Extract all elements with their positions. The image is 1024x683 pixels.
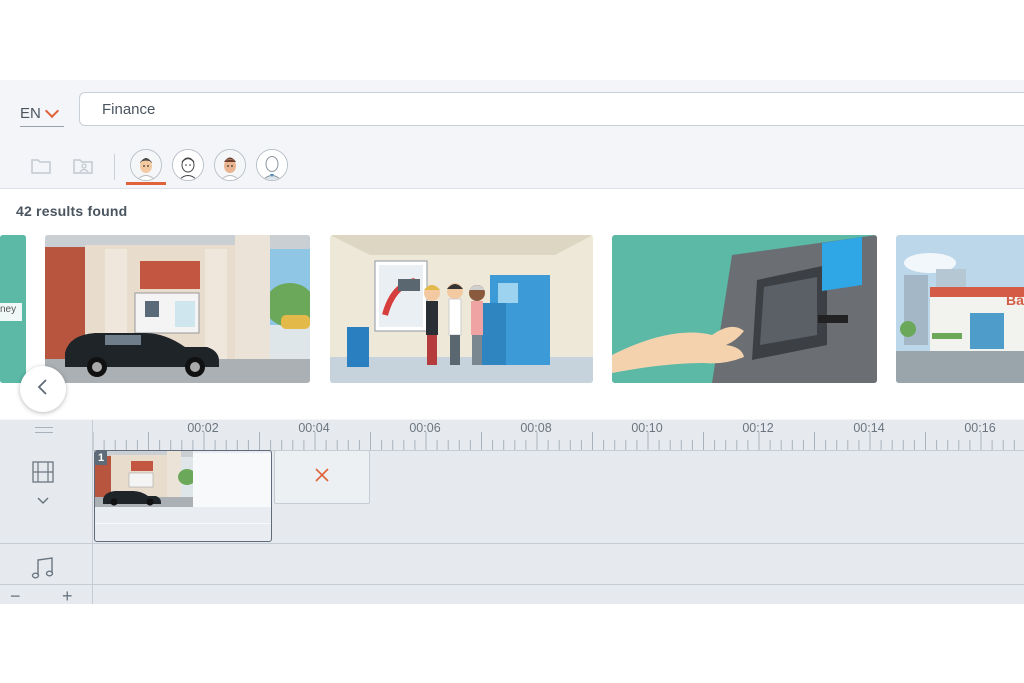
zoom-out-button[interactable]: − <box>10 586 21 604</box>
tick-label: 00:02 <box>187 421 219 435</box>
carousel-prev-button[interactable] <box>20 366 66 412</box>
avatar-style-2[interactable] <box>172 149 204 181</box>
chevron-down-icon[interactable] <box>36 493 50 511</box>
music-note-icon[interactable] <box>30 555 56 586</box>
folder-icon[interactable] <box>27 152 55 180</box>
clip-thumbnail <box>95 451 193 507</box>
thumb-people-at-atm[interactable] <box>330 235 593 383</box>
zoom-in-button[interactable]: + <box>62 586 73 604</box>
timeline-ruler[interactable]: 00:02 00:04 00:06 00:08 00:10 00:12 00:1… <box>93 420 1024 451</box>
image-folder-icon[interactable] <box>69 152 97 180</box>
scene-clip[interactable]: 1 <box>94 450 272 542</box>
language-selector[interactable]: EN <box>20 100 64 127</box>
track-divider <box>0 543 1024 544</box>
video-editor: EN 42 results found ney <box>0 80 1024 604</box>
timeline-track-headers: − + <box>0 420 93 604</box>
tick-label: 00:06 <box>409 421 441 435</box>
avatar-style-1[interactable] <box>130 149 162 181</box>
close-icon <box>314 467 330 488</box>
chevron-down-icon <box>44 103 59 118</box>
track-divider <box>0 584 1024 585</box>
tick-label: 00:04 <box>298 421 330 435</box>
avatar-style-3[interactable] <box>214 149 246 181</box>
avatar-active-indicator <box>126 182 166 185</box>
filter-separator <box>114 154 115 180</box>
results-count: 42 results found <box>16 203 128 219</box>
thumb-hand-at-atm[interactable] <box>612 235 877 383</box>
thumb-atm-drive-through[interactable] <box>45 235 310 383</box>
thumb-bank-building[interactable]: Ba <box>896 235 1024 383</box>
tick-label: 00:12 <box>742 421 774 435</box>
tick-label: 00:10 <box>631 421 663 435</box>
tick-label: 00:14 <box>853 421 885 435</box>
tick-label: 00:16 <box>964 421 996 435</box>
panel-resize-grip[interactable] <box>35 427 53 433</box>
avatar-style-4[interactable] <box>256 149 288 181</box>
film-strip-icon[interactable] <box>31 460 55 489</box>
thumb-caption: ney <box>0 304 17 315</box>
clip-empty-area <box>193 453 271 507</box>
timeline-panel: − + 00:02 00:04 00:06 00:08 00:10 00:12 … <box>0 420 1024 604</box>
delete-clip-button[interactable] <box>274 450 370 504</box>
language-label: EN <box>20 104 41 122</box>
clip-divider <box>95 523 271 524</box>
results-panel: 42 results found ney Ba <box>0 189 1024 520</box>
clip-number-badge: 1 <box>95 451 107 465</box>
filter-bar <box>0 144 1024 189</box>
chevron-left-icon <box>36 378 50 401</box>
thumb-partial-left[interactable]: ney <box>0 235 26 383</box>
search-input[interactable] <box>79 92 1024 126</box>
tick-label: 00:08 <box>520 421 552 435</box>
thumb-caption: Ba <box>1006 292 1024 308</box>
